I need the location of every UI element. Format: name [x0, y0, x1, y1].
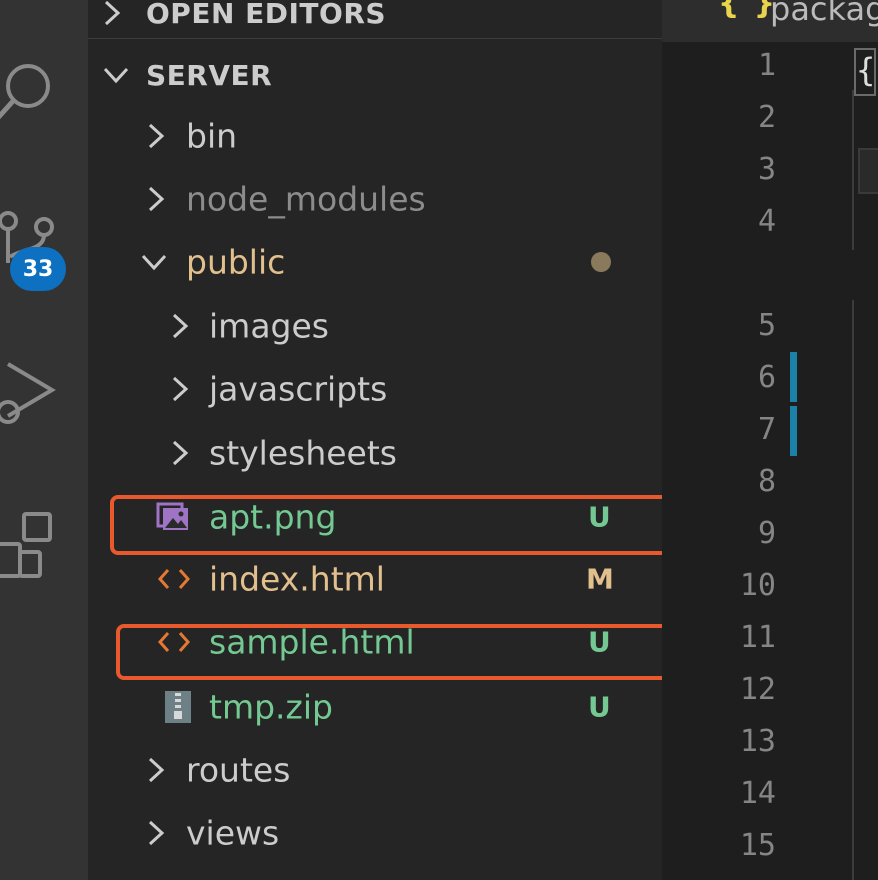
zip-file-icon [165, 691, 191, 723]
tree-item-label: stylesheets [209, 433, 397, 473]
tree-item-views[interactable]: views [88, 803, 662, 863]
line-number: 11 [739, 620, 776, 655]
tree-item-stylesheets[interactable]: stylesheets [88, 423, 662, 483]
server-folder-header[interactable]: SERVER [88, 50, 662, 100]
json-file-icon: { } [718, 0, 778, 21]
tree-item-tmp-zip[interactable]: tmp.zip U [88, 677, 662, 737]
editor-tab-bar: { } package.json [662, 0, 878, 42]
tree-item-images[interactable]: images [88, 296, 662, 356]
chevron-right-icon [148, 186, 165, 212]
chevron-right-icon [148, 123, 165, 149]
tree-item-javascripts[interactable]: javascripts [88, 359, 662, 419]
chevron-right-icon [148, 757, 165, 783]
line-number: 3 [757, 152, 776, 187]
line-number: 12 [739, 672, 776, 707]
source-control-badge: 33 [10, 247, 66, 291]
chevron-right-icon [172, 313, 189, 339]
tree-item-label: node_modules [186, 179, 426, 219]
tree-item-label: routes [186, 750, 291, 790]
line-number: 6 [757, 360, 776, 395]
annotation-box-sample-html [116, 624, 672, 680]
chevron-down-icon [141, 254, 167, 271]
chevron-right-icon [148, 820, 165, 846]
code-open-brace: { [854, 48, 876, 96]
tree-item-label: public [186, 242, 286, 282]
search-icon[interactable] [0, 52, 60, 124]
chevron-down-icon [103, 67, 129, 84]
line-number: 4 [757, 204, 776, 239]
tree-item-public[interactable]: public [88, 232, 662, 292]
tree-item-label: index.html [209, 559, 385, 599]
open-editors-header[interactable]: OPEN EDITORS [88, 0, 662, 39]
tab-title: package.json [770, 0, 878, 28]
line-number: 8 [757, 464, 776, 499]
tree-item-label: javascripts [209, 369, 388, 409]
indent-guide [852, 90, 854, 250]
activity-bar: 33 [0, 0, 88, 880]
tree-item-node-modules[interactable]: node_modules [88, 169, 662, 229]
line-number: 9 [757, 516, 776, 551]
chevron-right-icon [172, 440, 189, 466]
server-folder-label: SERVER [146, 58, 273, 92]
tree-item-label: bin [186, 116, 238, 156]
line-number: 13 [739, 724, 776, 759]
modified-dot-icon [591, 252, 611, 272]
git-modified-gutter [790, 352, 797, 402]
extensions-icon[interactable] [0, 510, 60, 582]
line-number: 5 [757, 308, 776, 343]
editor-area: { } package.json 1 2 3 4 5 6 7 8 9 10 11… [662, 0, 878, 880]
annotation-box-apt-png [110, 495, 694, 555]
git-modified-gutter [790, 406, 797, 456]
tree-item-label: tmp.zip [209, 687, 333, 727]
explorer-sidebar: OPEN EDITORS SERVER bin node_modules pub… [88, 0, 694, 880]
open-editors-label: OPEN EDITORS [146, 0, 387, 30]
git-status-badge: U [588, 690, 611, 724]
fold-region-marker [858, 148, 878, 194]
line-number: 7 [757, 412, 776, 447]
html-file-icon [158, 569, 190, 589]
tree-item-label: images [209, 306, 329, 346]
line-number: 14 [739, 776, 776, 811]
line-number: 1 [757, 48, 776, 83]
chevron-right-icon [104, 0, 121, 26]
tree-item-index-html[interactable]: index.html M [88, 549, 662, 609]
line-number: 10 [739, 568, 776, 603]
tree-item-bin[interactable]: bin [88, 106, 662, 166]
tree-item-label: views [186, 813, 280, 853]
chevron-right-icon [172, 376, 189, 402]
run-debug-icon[interactable] [0, 358, 60, 430]
tree-item-routes[interactable]: routes [88, 740, 662, 800]
line-number: 2 [757, 100, 776, 135]
indent-guide [852, 300, 854, 880]
line-number: 15 [739, 828, 776, 863]
git-status-badge: M [586, 562, 614, 596]
